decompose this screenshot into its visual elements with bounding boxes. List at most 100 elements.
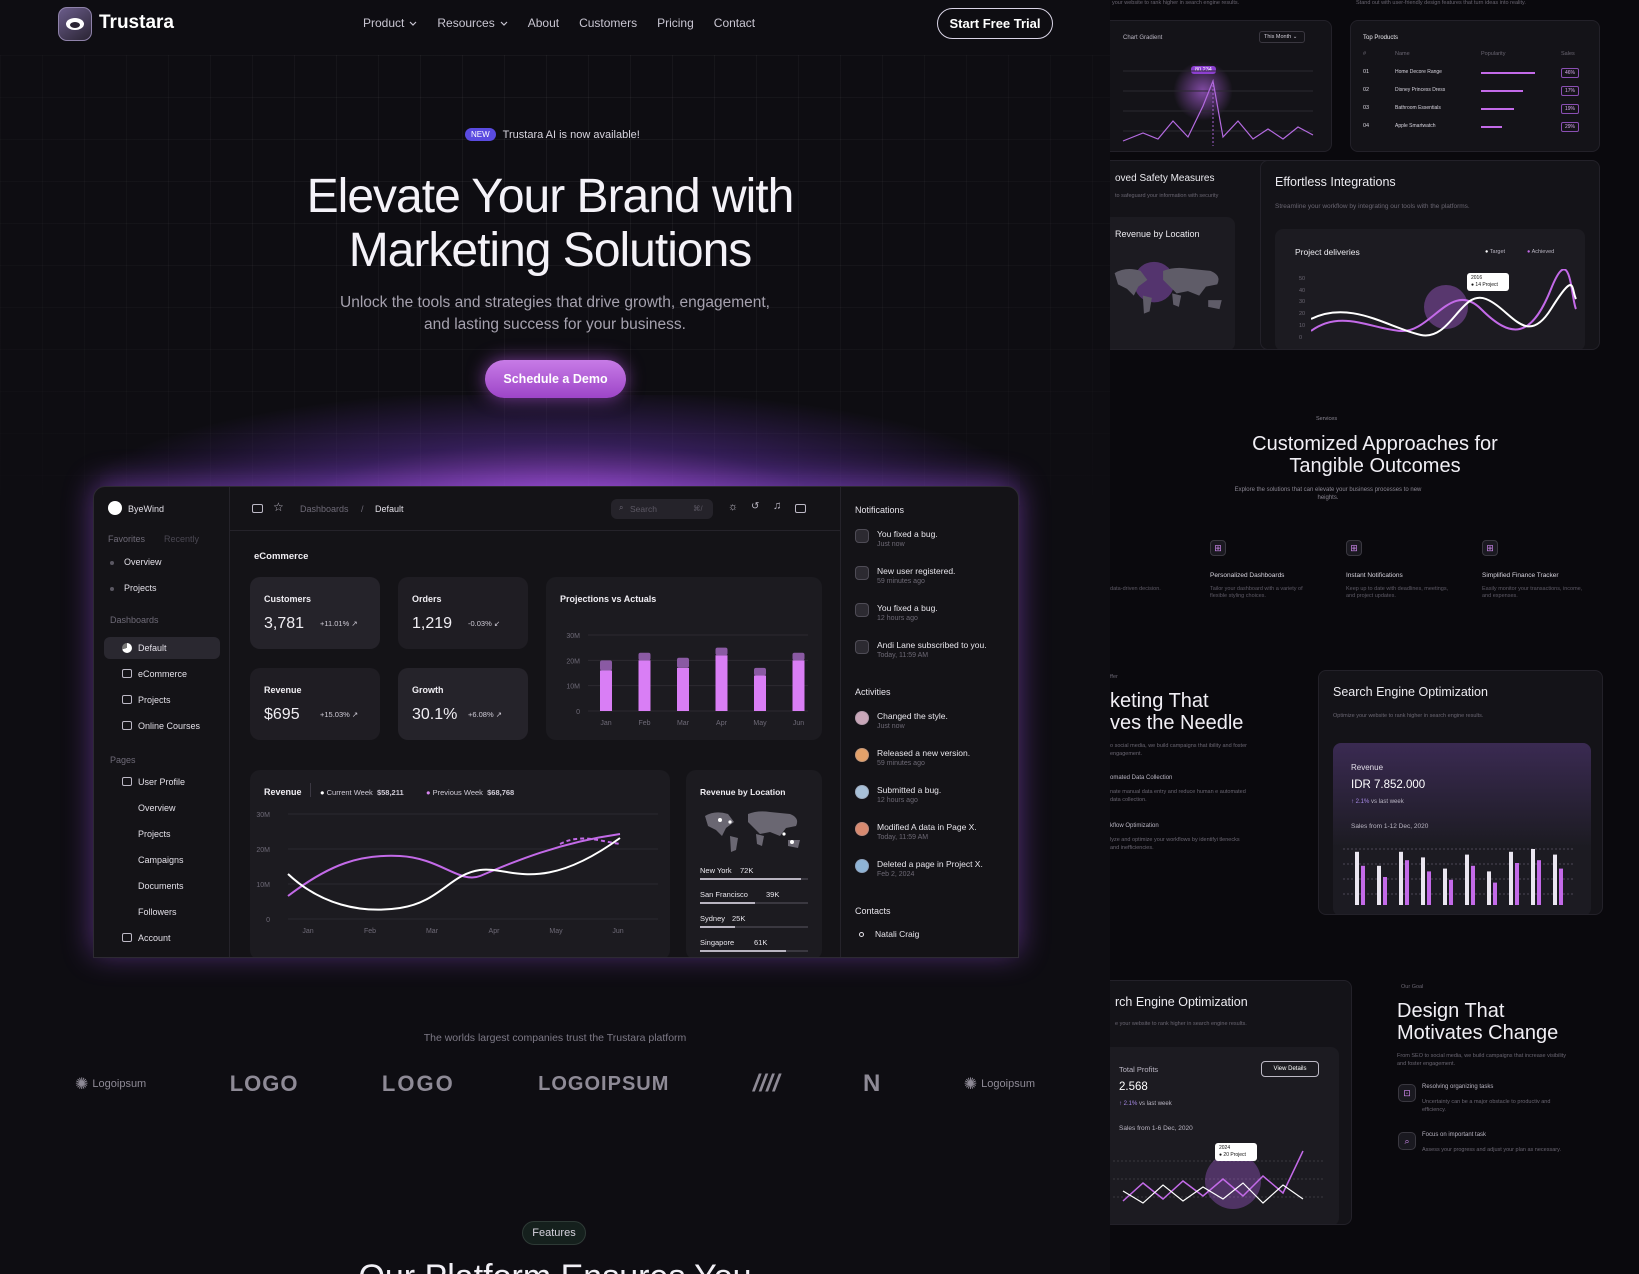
bar-actual — [715, 655, 728, 711]
sidebar-heading-pages: Pages — [110, 755, 136, 765]
x-tick-label: Mar — [426, 928, 439, 935]
star-icon[interactable]: ☆ — [273, 500, 284, 514]
sidebar-item-ecommerce[interactable]: eCommerce — [138, 669, 187, 679]
y-tick-label: 30M — [566, 633, 580, 640]
partner-logos: ✺ Logoipsum LOGO LOGO LOGOIPSUM //// N ✺ L… — [75, 1070, 1035, 1098]
sidebar-user[interactable]: ByeWind — [128, 504, 164, 514]
bar-series-a — [1377, 865, 1381, 905]
sidebar-item-projects[interactable]: Projects — [124, 583, 157, 593]
sidebar-item-online-courses[interactable]: Online Courses — [138, 721, 200, 731]
activity-item[interactable]: Modified A data in Page X. Today, 11:59 A… — [855, 822, 1015, 850]
sidebar-subitem-overview[interactable]: Overview — [138, 803, 176, 813]
bar-projection — [677, 657, 689, 668]
stat-card-growth[interactable]: Growth 30.1% +6.08% ↗ — [398, 668, 528, 740]
nav-item-contact[interactable]: Contact — [714, 16, 755, 30]
schedule-demo-button[interactable]: Schedule a Demo — [485, 360, 626, 398]
service-title: Instant Notifications — [1346, 572, 1403, 579]
contact-item[interactable]: Natali Craig — [875, 929, 919, 939]
new-tag: NEW — [465, 128, 496, 141]
announcement-badge[interactable]: NEW Trustara AI is now available! — [465, 128, 640, 141]
notification-item[interactable]: You fixed a bug. Just now — [855, 529, 1015, 557]
revenue-line-chart: 30M 20M 10M 0 Jan Feb Mar Apr May Jun — [256, 812, 658, 935]
sidebar-subitem-followers[interactable]: Followers — [138, 907, 177, 917]
activity-time: Feb 2, 2024 — [877, 871, 915, 878]
location-row: New York 72K — [700, 866, 808, 886]
bar-actual — [754, 675, 766, 711]
brand-name[interactable]: Trustara — [99, 12, 174, 34]
logo-mark-icon: ✺ — [963, 1076, 978, 1093]
activity-time: 12 hours ago — [877, 797, 918, 804]
nav-item-resources[interactable]: Resources — [437, 16, 508, 30]
sidebar-subitem-projects[interactable]: Projects — [138, 829, 171, 839]
focus-icon: ⌕ — [1398, 1132, 1416, 1150]
notification-item[interactable]: New user registered. 59 minutes ago — [855, 566, 1015, 594]
table-cell: 04 — [1363, 123, 1370, 129]
search-input[interactable]: ⌕ Search ⌘/ — [611, 499, 713, 519]
service-desc: ential metrics to data-driven decision. — [1110, 586, 1161, 592]
activity-item[interactable]: Submitted a bug. 12 hours ago — [855, 785, 1015, 813]
location-value: 61K — [754, 938, 768, 947]
sidebar-item-overview[interactable]: Overview — [124, 557, 162, 567]
bar-projection — [600, 660, 612, 671]
notification-item[interactable]: You fixed a bug. 12 hours ago — [855, 603, 1015, 631]
activity-item[interactable]: Changed the style. Just now — [855, 711, 1015, 739]
landing-page: Trustara Product Resources About Custome… — [0, 0, 1110, 1274]
project-deliveries-chart: Project deliveries ● Target ● Achieved 5… — [1275, 229, 1585, 349]
sidebar-subitem-campaigns[interactable]: Campaigns — [138, 855, 184, 865]
logo-logo-1: LOGO — [229, 1071, 299, 1096]
bug-icon — [855, 640, 869, 654]
history-icon[interactable]: ↺ — [751, 501, 759, 512]
bar-series-b — [1471, 865, 1475, 905]
sidebar-subitem-documents[interactable]: Documents — [138, 881, 184, 891]
sidebar-toggle-icon[interactable] — [252, 504, 263, 513]
start-free-trial-button[interactable]: Start Free Trial — [937, 8, 1053, 39]
activity-item[interactable]: Deleted a page in Project X. Feb 2, 2024 — [855, 859, 1015, 887]
bar-series-a — [1531, 849, 1535, 905]
table-cell: Apple Smartwatch — [1395, 123, 1436, 129]
nav-item-about[interactable]: About — [528, 16, 559, 30]
breadcrumb-dashboards[interactable]: Dashboards — [300, 504, 349, 514]
seo-revenue-card: Search Engine Optimization Optimize your… — [1318, 670, 1603, 915]
brand-logo-icon[interactable] — [58, 7, 92, 41]
popularity-bar — [1481, 126, 1502, 128]
avatar[interactable] — [108, 501, 122, 515]
sidebar-item-projects-dash[interactable]: Projects — [138, 695, 171, 705]
tab-favorites[interactable]: Favorites — [108, 534, 145, 544]
sales-badge: 19% — [1561, 104, 1580, 114]
projections-bar-chart: 30M 20M 10M 0 Jan Feb Mar Apr May Jun — [566, 633, 808, 727]
notification-item[interactable]: Andi Lane subscribed to you. Today, 11:59… — [855, 640, 1015, 668]
sidebar-item-account[interactable]: Account — [138, 933, 171, 943]
seo-bar-chart — [1343, 848, 1573, 905]
logo-n: N — [862, 1070, 881, 1097]
account-icon — [122, 933, 132, 942]
activity-item[interactable]: Released a new version. 59 minutes ago — [855, 748, 1015, 776]
logo-logoipsum-wide: LOGOIPSUM — [538, 1072, 670, 1095]
breadcrumb-default[interactable]: Default — [375, 504, 404, 514]
activity-text: Modified A data in Page X. — [877, 822, 977, 832]
panel-toggle-icon[interactable] — [795, 504, 806, 513]
top-navbar: Trustara Product Resources About Custome… — [0, 0, 1110, 48]
location-name: San Francisco — [700, 890, 748, 899]
features-heading: Our Platform Ensures You — [250, 1258, 860, 1274]
y-tick-label: 10M — [256, 882, 270, 889]
nav-item-customers[interactable]: Customers — [579, 16, 637, 30]
service-desc: Keep up to date with deadlines, meetings… — [1346, 586, 1449, 599]
sidebar-item-user-profile[interactable]: User Profile — [138, 777, 185, 787]
activities-heading: Activities — [855, 687, 891, 697]
folder-icon — [122, 695, 132, 704]
stat-card-orders[interactable]: Orders 1,219 -0.03% ↙ — [398, 577, 528, 649]
stat-card-customers[interactable]: Customers 3,781 +11.01% ↗ — [250, 577, 380, 649]
sun-icon[interactable]: ☼ — [728, 501, 738, 513]
bar-actual — [600, 670, 612, 711]
nav-item-pricing[interactable]: Pricing — [657, 16, 694, 30]
stat-card-revenue[interactable]: Revenue $695 +15.03% ↗ — [250, 668, 380, 740]
nav-item-product[interactable]: Product — [363, 16, 417, 30]
period-select[interactable]: This Month ⌄ — [1259, 31, 1305, 43]
tab-recently[interactable]: Recently — [164, 534, 199, 544]
x-tick-label: May — [753, 720, 767, 727]
bar-actual — [792, 660, 805, 711]
notifications-heading: Notifications — [855, 505, 905, 515]
sidebar-item-default[interactable]: Default — [138, 643, 167, 653]
bell-icon[interactable]: ♫ — [773, 500, 781, 512]
view-details-button[interactable]: View Details — [1261, 1061, 1319, 1077]
